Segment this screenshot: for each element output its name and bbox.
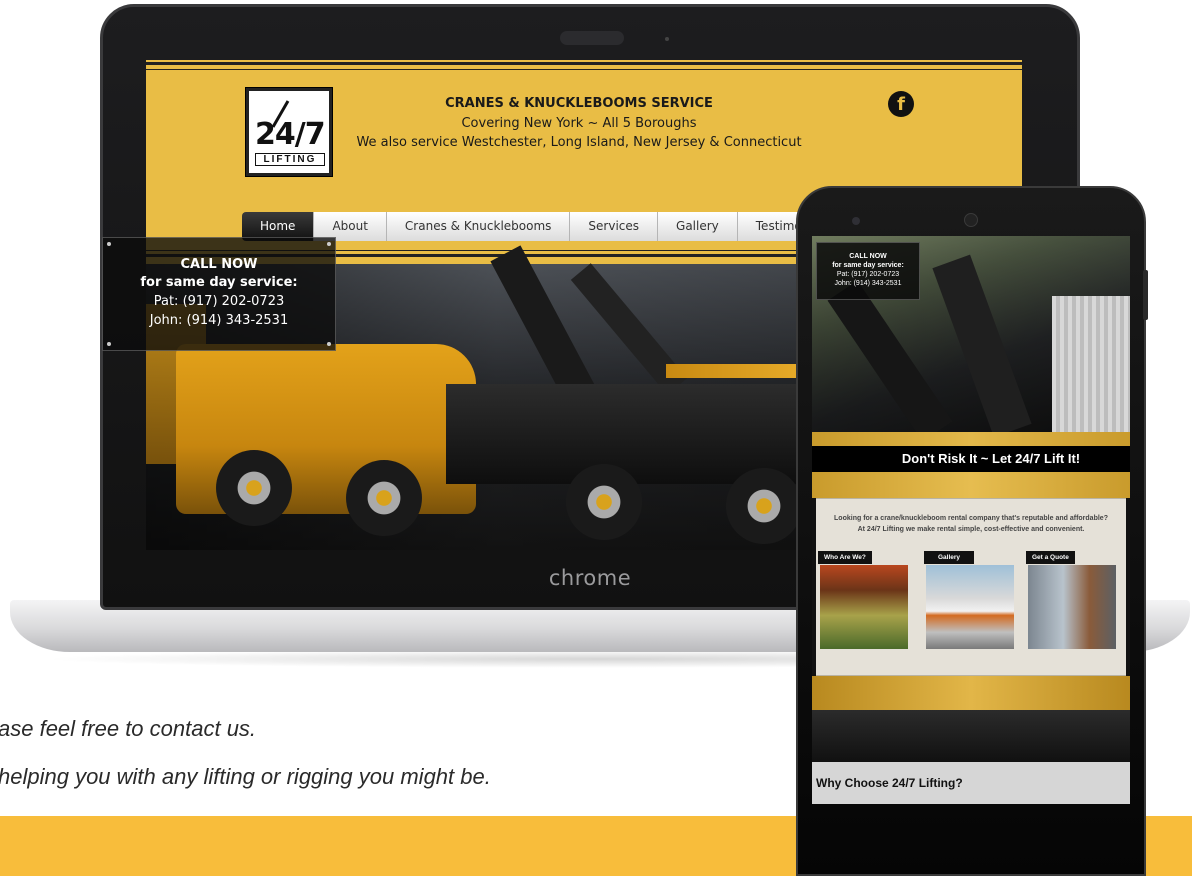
nav-gallery[interactable]: Gallery — [658, 212, 738, 241]
mobile-call-heading: CALL NOW — [849, 253, 887, 260]
mobile-phone-john[interactable]: John: (914) 343-2531 — [817, 279, 919, 288]
mobile-truck-strip — [812, 710, 1130, 762]
header-stripe-top — [146, 62, 1022, 65]
mobile-call-now-box: CALL NOW for same day service: Pat: (917… — [816, 242, 920, 300]
mobile-gold-bar — [812, 432, 1130, 446]
background-text-line1: ase feel free to contact us. — [0, 716, 257, 741]
card-get-a-quote[interactable]: Get a Quote — [1026, 551, 1075, 564]
phone-side-button — [1143, 270, 1148, 320]
logo-subtext: LIFTING — [255, 153, 325, 166]
call-now-box: CALL NOW for same day service: Pat: (917… — [102, 237, 336, 351]
phone-john[interactable]: John: (914) 343-2531 — [103, 311, 335, 330]
site-title: CRANES & KNUCKLEBOOMS SERVICE — [445, 96, 713, 111]
truck-wheel — [216, 450, 292, 526]
mobile-gold-bar — [812, 676, 1130, 710]
nav-services[interactable]: Services — [570, 212, 659, 241]
mobile-call-subheading: for same day service: — [832, 262, 904, 269]
site-header: CRANES & KNUCKLEBOOMS SERVICE Covering N… — [346, 94, 812, 152]
laptop-camera — [560, 31, 624, 45]
card-gallery[interactable]: Gallery — [924, 551, 975, 564]
truck-wheel — [726, 468, 802, 544]
card-image-truck[interactable] — [926, 565, 1014, 649]
call-now-heading: CALL NOW — [180, 257, 258, 272]
truck-wheel — [566, 464, 642, 540]
mobile-crane-arm — [827, 280, 953, 442]
mobile-intro-line1: Looking for a crane/knuckleboom rental c… — [834, 515, 1108, 522]
card-image-tower-crane[interactable] — [1028, 565, 1116, 649]
crane-arm — [490, 245, 596, 403]
mobile-intro-text: Looking for a crane/knuckleboom rental c… — [824, 513, 1118, 535]
phone-camera-icon — [852, 217, 860, 225]
card-who-are-we[interactable]: Who Are We? — [818, 551, 872, 564]
logo-text: 24/7 — [255, 117, 326, 152]
mobile-gold-bar — [812, 472, 1130, 498]
nav-cranes-knucklebooms[interactable]: Cranes & Knucklebooms — [386, 212, 571, 241]
call-now-subheading: for same day service: — [140, 275, 298, 290]
mobile-website: CALL NOW for same day service: Pat: (917… — [812, 236, 1130, 804]
truck-wheel — [346, 460, 422, 536]
mobile-intro-panel: Looking for a crane/knuckleboom rental c… — [816, 498, 1126, 676]
card-image-people[interactable] — [820, 565, 908, 649]
coverage-line: Covering New York ~ All 5 Boroughs — [461, 116, 697, 131]
phone-speaker-icon — [964, 213, 978, 227]
mobile-why-choose: Why Choose 24/7 Lifting? — [812, 762, 1130, 804]
phone-pat[interactable]: Pat: (917) 202-0723 — [103, 292, 335, 311]
service-area-line: We also service Westchester, Long Island… — [356, 135, 802, 150]
laptop-brand-label: chrome — [548, 566, 632, 590]
mobile-phone-pat[interactable]: Pat: (917) 202-0723 — [817, 270, 919, 279]
facebook-icon[interactable]: f — [888, 91, 914, 117]
mobile-crane-arm — [932, 254, 1032, 438]
mobile-building-panel — [1052, 296, 1130, 432]
header-stripe-top-thin — [146, 69, 1022, 70]
background-text-line2: helping you with any lifting or rigging … — [0, 764, 491, 789]
mobile-banner: Don't Risk It ~ Let 24/7 Lift It! — [812, 446, 1130, 472]
site-logo[interactable]: 24/7 LIFTING — [245, 87, 333, 177]
mobile-intro-line2: At 24/7 Lifting we make rental simple, c… — [857, 526, 1085, 533]
laptop-camera-dot — [665, 37, 669, 41]
